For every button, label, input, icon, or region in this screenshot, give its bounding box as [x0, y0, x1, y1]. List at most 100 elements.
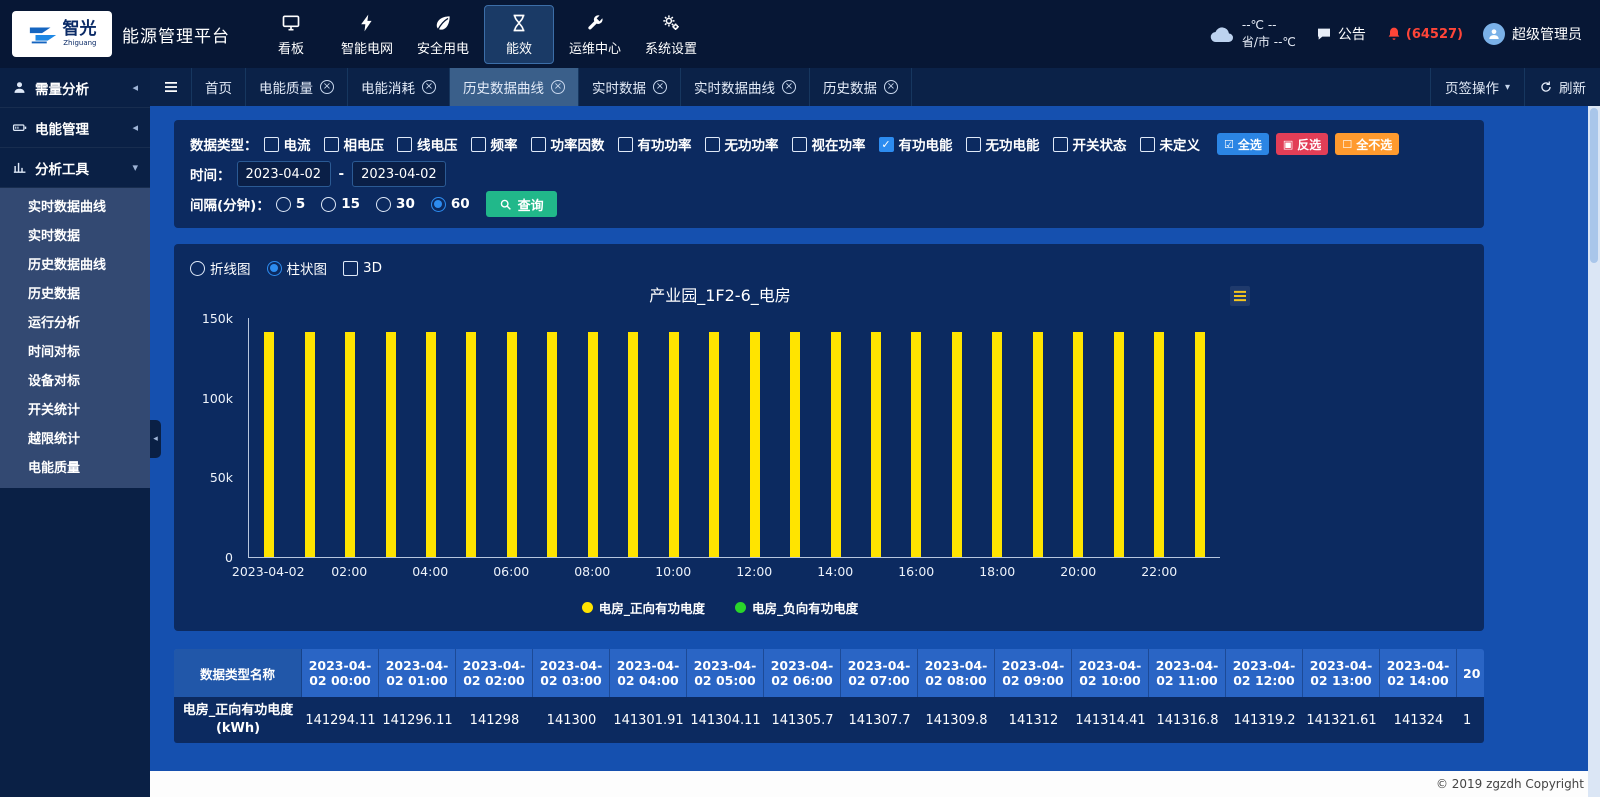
table-cell: 141314.41 — [1072, 697, 1149, 743]
tab[interactable]: 历史数据曲线× — [450, 68, 579, 106]
sidebar-item[interactable]: 电能质量 — [0, 452, 150, 481]
interval-radios: 5 15 30 60 — [276, 196, 486, 212]
tab-close-icon[interactable]: × — [782, 80, 796, 94]
interval-radio[interactable]: 30 — [376, 196, 415, 212]
data-type-checkbox[interactable]: 相电压 — [324, 134, 385, 154]
sidebar-section-analysis-tools[interactable]: 分析工具▾ — [0, 148, 150, 188]
data-type-checkbox[interactable]: 未定义 — [1140, 134, 1201, 154]
bar — [547, 332, 557, 557]
sidebar-section-energy-management[interactable]: 电能管理◂ — [0, 108, 150, 148]
legend-color-dot — [582, 602, 593, 613]
interval-radio[interactable]: 5 — [276, 196, 305, 212]
data-type-checkbox[interactable]: 开关状态 — [1053, 134, 1127, 154]
sidebar-item[interactable]: 开关统计 — [0, 394, 150, 423]
tab[interactable]: 首页 — [192, 68, 246, 106]
sidebar-item[interactable]: 历史数据曲线 — [0, 249, 150, 278]
chart-view-option[interactable]: 3D — [343, 260, 382, 276]
menu-toggle-button[interactable] — [150, 68, 192, 106]
interval-radio[interactable]: 60 — [431, 196, 470, 212]
table-cell: 1 — [1457, 697, 1484, 743]
table-cell: 141300 — [533, 697, 610, 743]
user-menu[interactable]: 超级管理员 — [1483, 23, 1582, 45]
data-type-checkbox[interactable]: 有功功率 — [618, 134, 692, 154]
chart-menu-icon[interactable] — [1230, 286, 1250, 306]
table-header-cell: 2023-04-02 07:00 — [841, 649, 918, 697]
y-axis-tick: 0 — [225, 550, 233, 565]
zhiguang-logo-icon — [28, 21, 58, 47]
sidebar-item[interactable]: 设备对标 — [0, 365, 150, 394]
tab[interactable]: 电能消耗× — [348, 68, 450, 106]
sidebar-collapse-handle[interactable]: ◂ — [150, 420, 161, 458]
table-cell: 141294.11 — [302, 697, 379, 743]
legend-item[interactable]: 电房_正向有功电度 — [582, 598, 705, 617]
tab-close-icon[interactable]: × — [653, 80, 667, 94]
checkbox-label: 未定义 — [1160, 134, 1201, 154]
bar — [305, 332, 315, 557]
refresh-button[interactable]: 刷新 — [1524, 68, 1600, 106]
tab-close-icon[interactable]: × — [320, 80, 334, 94]
nav-item-system-settings[interactable]: 系统设置 — [636, 5, 706, 64]
sidebar-item[interactable]: 时间对标 — [0, 336, 150, 365]
tab[interactable]: 实时数据× — [579, 68, 681, 106]
tab-close-icon[interactable]: × — [884, 80, 898, 94]
row-unit: (kWh) — [216, 720, 260, 738]
select-none-button[interactable]: ☐全不选 — [1335, 133, 1399, 155]
weather-widget: --℃ -- 省/市 --℃ — [1209, 17, 1296, 51]
sidebar-item[interactable]: 历史数据 — [0, 278, 150, 307]
nav-item-ops-center[interactable]: 运维中心 — [560, 5, 630, 64]
data-type-checkbox[interactable]: 无功功率 — [705, 134, 779, 154]
date-to-input[interactable] — [352, 161, 446, 187]
data-type-checkbox[interactable]: 线电压 — [397, 134, 458, 154]
interval-radio[interactable]: 15 — [321, 196, 360, 212]
tab-close-icon[interactable]: × — [551, 80, 565, 94]
data-type-checkbox[interactable]: ✓有功电能 — [879, 134, 953, 154]
tab[interactable]: 实时数据曲线× — [681, 68, 810, 106]
vertical-scrollbar[interactable] — [1588, 106, 1600, 797]
sidebar-item[interactable]: 越限统计 — [0, 423, 150, 452]
option-label: 折线图 — [210, 258, 251, 278]
scrollbar-thumb[interactable] — [1590, 108, 1598, 263]
checkbox-label: 线电压 — [417, 134, 458, 154]
select-all-button[interactable]: ☑全选 — [1217, 133, 1269, 155]
x-axis: 2023-04-0202:0004:0006:0008:0010:0012:00… — [248, 564, 1220, 584]
sidebar-item[interactable]: 实时数据曲线 — [0, 191, 150, 220]
notification-button[interactable]: (64527) — [1386, 26, 1463, 42]
date-from-input[interactable] — [237, 161, 331, 187]
nav-item-label: 智能电网 — [341, 38, 393, 57]
radio-icon — [321, 197, 336, 212]
footer: © 2019 zgzdh Copyright — [150, 771, 1600, 797]
table-header-row: 数据类型名称2023-04-02 00:002023-04-02 01:0020… — [174, 649, 1484, 697]
data-type-checkbox[interactable]: 视在功率 — [792, 134, 866, 154]
checkbox-icon — [1140, 137, 1155, 152]
bar — [831, 332, 841, 557]
chart-title: 产业园_1F2-6_电房 — [190, 282, 1250, 306]
nav-item-kanban[interactable]: 看板 — [256, 5, 326, 64]
legend-item[interactable]: 电房_负向有功电度 — [735, 598, 858, 617]
nav-item-smart-grid[interactable]: 智能电网 — [332, 5, 402, 64]
x-axis-tick: 10:00 — [655, 564, 691, 579]
radio-label: 60 — [451, 196, 470, 212]
nav-item-energy-efficiency[interactable]: 能效 — [484, 5, 554, 64]
data-type-checkbox[interactable]: 电流 — [264, 134, 311, 154]
data-type-checkbox[interactable]: 功率因数 — [531, 134, 605, 154]
tab-close-icon[interactable]: × — [422, 80, 436, 94]
data-type-checkbox[interactable]: 无功电能 — [966, 134, 1040, 154]
nav-item-safe-power[interactable]: 安全用电 — [408, 5, 478, 64]
invert-selection-button[interactable]: ▣反选 — [1276, 133, 1328, 155]
tab-bar: 首页电能质量×电能消耗×历史数据曲线×实时数据×实时数据曲线×历史数据× 页签操… — [150, 68, 1600, 106]
tab-operations-dropdown[interactable]: 页签操作 ▾ — [1430, 68, 1524, 106]
person-icon — [12, 80, 27, 95]
sidebar-item[interactable]: 运行分析 — [0, 307, 150, 336]
data-type-checkbox[interactable]: 频率 — [471, 134, 518, 154]
sidebar-item[interactable]: 实时数据 — [0, 220, 150, 249]
chart-view-option[interactable]: 折线图 — [190, 258, 251, 278]
sidebar-section-demand-analysis[interactable]: 需量分析◂ — [0, 68, 150, 108]
radio-label: 15 — [341, 196, 360, 212]
query-button[interactable]: 查询 — [486, 191, 557, 217]
avatar — [1483, 23, 1505, 45]
chart-view-option[interactable]: 柱状图 — [267, 258, 328, 278]
tab[interactable]: 历史数据× — [810, 68, 912, 106]
tab[interactable]: 电能质量× — [246, 68, 348, 106]
announcement-button[interactable]: 公告 — [1316, 24, 1366, 44]
button-label: 全不选 — [1356, 136, 1392, 153]
